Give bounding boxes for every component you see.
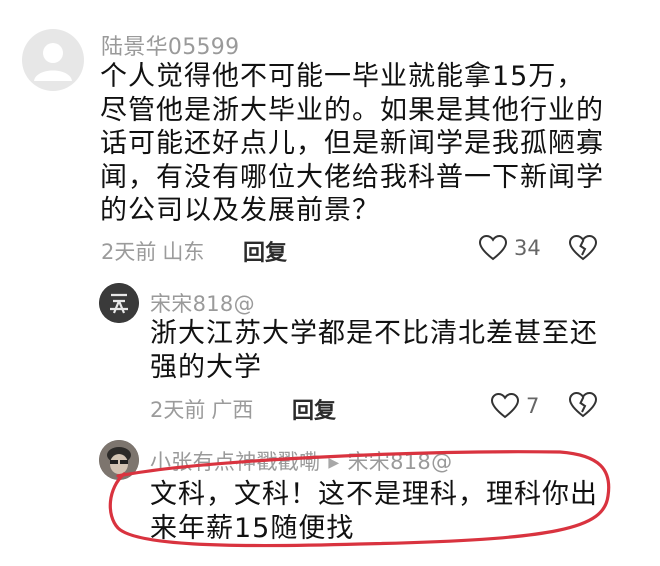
default-avatar-icon [34,43,72,81]
comment-text: 浙大江苏大学都是不比清北差甚至还 强的大学 [150,318,598,383]
comment-username[interactable]: 陆景华05599 [101,29,239,61]
comment-meta: 2天前 广西 [150,394,253,424]
dislike-button[interactable] [568,391,598,419]
heart-outline-icon [478,234,508,261]
reply-target[interactable]: 宋宋818@ [347,450,452,474]
like-button[interactable]: 34 [478,234,541,262]
comment-username: 小张有点神戳戳嘞 ▶ 宋宋818@ [150,446,452,476]
comment-text: 文科，文科！这不是理科，理科你出 来年薪15随便找 [150,479,598,544]
like-button[interactable]: 7 [490,392,539,420]
heart-outline-icon [490,392,520,419]
avatar-user[interactable] [99,283,139,323]
user-avatar-icon [99,440,139,480]
comment-text: 个人觉得他不可能一毕业就能拿15万， 尽管他是浙大毕业的。如果是其他行业的 话可… [100,61,604,226]
comment-location: 广西 [211,398,254,422]
reply-button[interactable]: 回复 [243,235,287,267]
reply-button[interactable]: 回复 [292,393,336,425]
reply-author[interactable]: 小张有点神戳戳嘞 [150,450,320,474]
comment-date: 2天前 [101,240,157,264]
reply-arrow-icon: ▶ [328,455,340,471]
dislike-button[interactable] [568,234,598,262]
avatar-user[interactable] [99,440,139,480]
user-avatar-icon [99,283,139,323]
like-count: 34 [514,236,541,260]
comment-meta: 2天前 山东 [101,236,204,266]
broken-heart-icon [568,391,598,418]
broken-heart-icon [568,234,598,261]
avatar-default[interactable] [22,29,84,91]
like-count: 7 [526,394,540,418]
comment-username[interactable]: 宋宋818@ [150,288,255,318]
comment-date: 2天前 [150,398,206,422]
comment-location: 山东 [162,240,205,264]
